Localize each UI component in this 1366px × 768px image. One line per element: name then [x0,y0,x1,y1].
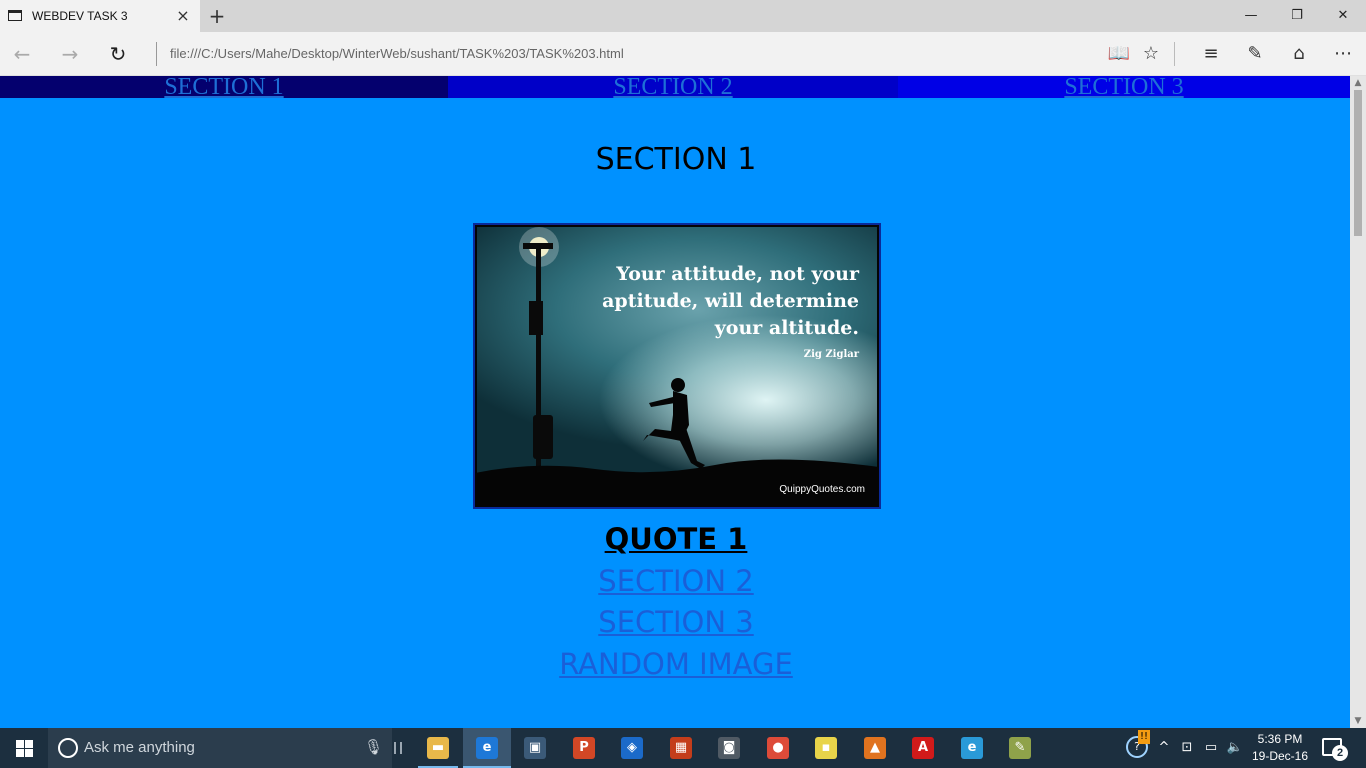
tab-title: WEBDEV TASK 3 [32,9,128,23]
quote-author: Zig Ziglar [803,349,859,360]
scroll-thumb[interactable] [1354,90,1362,236]
sticky-notes-icon: ▪ [815,737,837,759]
clock-time[interactable]: 5:36 PM [1248,732,1312,746]
taskbar-app-chrome[interactable]: ● [754,728,802,768]
quote-image: Your attitude, not your aptitude, will d… [473,223,881,509]
defender-icon: ◈ [621,737,643,759]
nav-section-1[interactable]: SECTION 1 [0,76,448,98]
battery-icon[interactable]: ▭ [1202,740,1220,755]
taskbar-app-edge[interactable]: e [463,728,511,768]
paint-icon: ✎ [1009,737,1031,759]
reading-view-icon[interactable]: 📖 [1104,40,1134,68]
notification-count-badge: 2 [1332,745,1348,761]
favorite-icon[interactable]: ☆ [1136,40,1166,68]
store-icon: ▣ [524,737,546,759]
quote-site-watermark: QuippyQuotes.com [779,484,865,495]
tab-webdev-task-3[interactable]: WEBDEV TASK 3 × [0,0,200,32]
taskbar-app-store[interactable]: ▣ [511,728,559,768]
page-content: SECTION 1 SECTION 2 SECTION 3 SECTION 1 … [0,76,1350,728]
nav-section-1-link[interactable]: SECTION 1 [164,76,283,98]
taskbar-app-acrobat[interactable]: A [899,728,947,768]
link-section-2[interactable]: SECTION 2 [0,564,1350,598]
show-hidden-icons[interactable]: ^ [1156,740,1172,755]
page-icon [8,10,22,21]
section-nav: SECTION 1 SECTION 2 SECTION 3 [0,76,1350,98]
taskbar-app-defender[interactable]: ◈ [608,728,656,768]
warning-badge-icon: !! [1138,730,1150,744]
powerpoint-icon: P [573,737,595,759]
link-section-3[interactable]: SECTION 3 [0,605,1350,639]
file-explorer-icon: ▬ [427,737,449,759]
tab-close-icon[interactable]: × [174,7,192,25]
minimize-button[interactable]: — [1228,0,1274,32]
scroll-up-icon[interactable]: ▲ [1350,76,1366,90]
taskbar-app-matlab[interactable]: ▲ [851,728,899,768]
task-view-icon[interactable] [394,742,402,754]
edge-icon: e [476,737,498,759]
web-note-icon[interactable]: ✎ [1240,40,1270,68]
new-tab-button[interactable]: + [206,5,228,27]
network-icon[interactable]: ⊡ [1178,740,1196,755]
windows-logo-icon [16,740,24,748]
taskbar: Ask me anything 🎙 ▬ e ▣ P ◈ ▦ ◙ ● ▪ ▲ Ae ✎ ? !! ^ ⊡… [0,728,1366,768]
taskbar-app-file-explorer[interactable]: ▬ [414,728,462,768]
nav-section-2-link[interactable]: SECTION 2 [613,76,732,98]
scroll-down-icon[interactable]: ▼ [1350,714,1366,728]
tab-bar: WEBDEV TASK 3 × + — ❐ ✕ [0,0,1366,32]
quote-line-2: aptitude, will determine [602,290,859,312]
chrome-icon: ● [767,737,789,759]
internet-explorer-icon: e [961,737,983,759]
start-button[interactable] [0,728,48,768]
restore-button[interactable]: ❐ [1274,0,1320,32]
clock-date[interactable]: 19-Dec-16 [1248,749,1312,763]
nav-section-3-link[interactable]: SECTION 3 [1064,76,1183,98]
close-window-button[interactable]: ✕ [1320,0,1366,32]
quote-heading: QUOTE 1 [604,522,748,556]
quote-line-1: Your attitude, not your [616,263,859,285]
taskbar-app-internet-explorer[interactable]: e [948,728,996,768]
volume-icon[interactable]: 🔈 [1226,740,1244,755]
office-icon: ▦ [670,737,692,759]
taskbar-app-sticky-notes[interactable]: ▪ [802,728,850,768]
cortana-icon [58,738,78,758]
refresh-button[interactable]: ↻ [104,40,132,68]
share-icon[interactable]: ⌂ [1284,40,1314,68]
camera-icon: ◙ [718,737,740,759]
acrobat-icon: A [912,737,934,759]
matlab-icon: ▲ [864,737,886,759]
nav-section-2[interactable]: SECTION 2 [448,76,898,98]
address-separator [156,42,157,66]
taskbar-app-camera[interactable]: ◙ [705,728,753,768]
toolbar-separator [1174,42,1175,66]
taskbar-app-paint[interactable]: ✎ [996,728,1044,768]
page-title: SECTION 1 [595,142,757,177]
taskbar-app-powerpoint[interactable]: P [560,728,608,768]
quote-line-3: your altitude. [714,317,859,339]
link-random-image[interactable]: RANDOM IMAGE [0,647,1350,681]
forward-button[interactable]: → [56,40,84,68]
back-button[interactable]: ← [8,40,36,68]
microphone-icon[interactable]: 🎙 [364,738,383,758]
nav-section-3[interactable]: SECTION 3 [898,76,1350,98]
more-icon[interactable]: ⋯ [1328,40,1358,68]
search-placeholder: Ask me anything [84,739,195,756]
taskbar-app-office[interactable]: ▦ [657,728,705,768]
hub-icon[interactable]: ≡ [1196,40,1226,68]
cortana-search-box[interactable]: Ask me anything 🎙 [48,728,392,768]
address-bar[interactable]: file:///C:/Users/Mahe/Desktop/WinterWeb/… [170,46,624,61]
